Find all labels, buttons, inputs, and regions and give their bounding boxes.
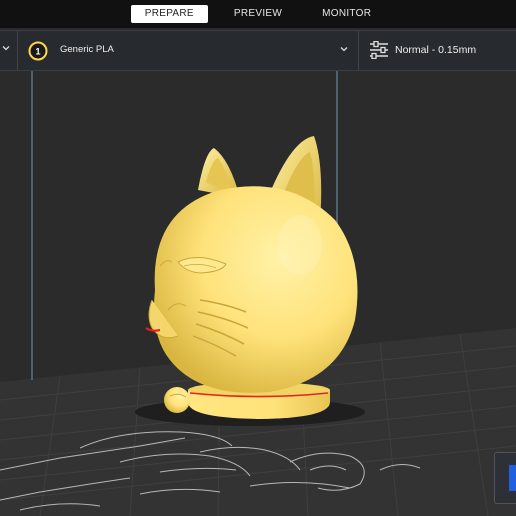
print-setup-toolbar: 1 Generic PLA Normal - 0.15mm: [0, 30, 516, 71]
material-label: Generic PLA: [60, 44, 114, 55]
extruder-icon: 1: [28, 41, 48, 61]
material-selector[interactable]: 1 Generic PLA: [18, 31, 359, 70]
view-orientation-button[interactable]: [494, 452, 516, 504]
tab-preview[interactable]: PREVIEW: [220, 5, 296, 23]
tab-prepare[interactable]: PREPARE: [130, 5, 208, 23]
chevron-down-icon: [340, 47, 348, 52]
printer-selector[interactable]: [0, 31, 18, 70]
stage-tab-bar: PREPARE PREVIEW MONITOR: [0, 0, 516, 28]
chevron-down-icon: [2, 46, 10, 51]
extruder-number: 1: [35, 47, 40, 57]
print-settings-button[interactable]: Normal - 0.15mm: [359, 31, 516, 70]
3d-viewport[interactable]: [0, 71, 516, 516]
button-accent: [509, 465, 516, 491]
settings-sliders-icon: [370, 41, 388, 59]
tab-monitor[interactable]: MONITOR: [308, 5, 385, 23]
profile-label: Normal - 0.15mm: [395, 44, 477, 56]
